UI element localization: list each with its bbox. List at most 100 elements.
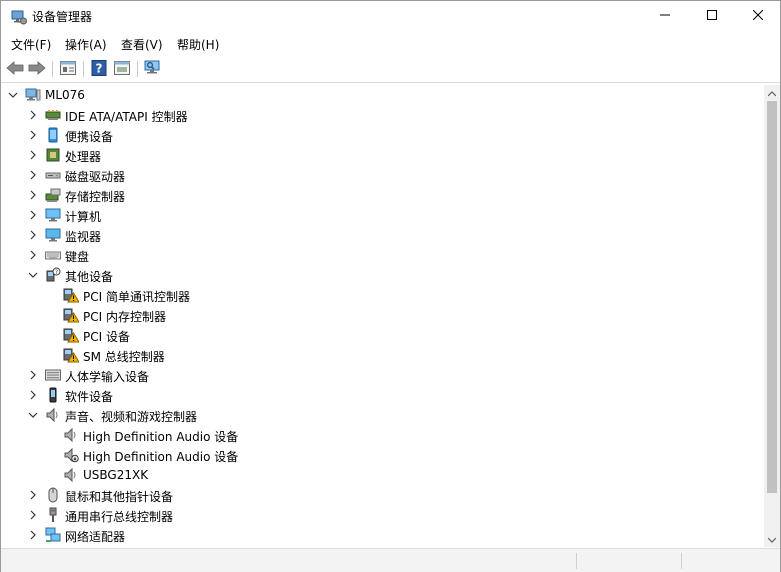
ide-controller-icon: [45, 107, 61, 123]
tree-item-label: PCI 简单通讯控制器: [83, 290, 190, 304]
tree-item-label: 磁盘驱动器: [65, 170, 126, 184]
scrollbar-thumb[interactable]: [767, 101, 777, 493]
help-button[interactable]: ?: [89, 59, 109, 79]
minimize-button[interactable]: [642, 1, 688, 31]
menu-file[interactable]: 文件(F): [11, 36, 51, 53]
chevron-right-icon[interactable]: [27, 129, 39, 141]
tree-category[interactable]: 键盘: [3, 245, 763, 265]
tree-category[interactable]: ? 其他设备: [3, 265, 763, 285]
tree-category[interactable]: 通用串行总线控制器: [3, 505, 763, 525]
maximize-button[interactable]: [689, 1, 735, 31]
tree-category[interactable]: 存储控制器: [3, 185, 763, 205]
tree-device[interactable]: PCI 简单通讯控制器: [3, 285, 763, 305]
forward-icon: [28, 60, 46, 78]
chevron-down-icon[interactable]: [27, 409, 39, 421]
chevron-down-icon[interactable]: [27, 269, 39, 281]
tree-item-label: 处理器: [65, 150, 102, 164]
device-manager-window: 设备管理器 文件(F) 操作(A) 查看(V) 帮助(H) ? ML076 ID…: [0, 0, 781, 572]
close-button[interactable]: [735, 1, 781, 31]
properties-button[interactable]: [58, 59, 78, 79]
vertical-scrollbar[interactable]: [764, 85, 780, 547]
maximize-icon: [707, 9, 717, 23]
tree-item-label: 其他设备: [65, 270, 114, 284]
close-icon: [752, 9, 764, 23]
forward-button[interactable]: [27, 59, 47, 79]
tree-device[interactable]: USBG21XK: [3, 465, 763, 485]
menu-action[interactable]: 操作(A): [65, 36, 107, 53]
tree-category[interactable]: 监视器: [3, 225, 763, 245]
window-title: 设备管理器: [32, 10, 93, 24]
tree-category[interactable]: 计算机: [3, 205, 763, 225]
tree-item-label: 通用串行总线控制器: [65, 510, 174, 524]
chevron-right-icon[interactable]: [27, 229, 39, 241]
tree-item-label: 鼠标和其他指针设备: [65, 490, 174, 504]
usb-icon: [45, 507, 61, 523]
scroll-down-button[interactable]: [764, 531, 780, 547]
chevron-down-icon[interactable]: [7, 89, 19, 101]
storage-controller-icon: [45, 187, 61, 203]
show-hide-button[interactable]: [112, 59, 132, 79]
status-separator: [681, 553, 682, 569]
tree-item-label: 存储控制器: [65, 190, 126, 204]
chevron-right-icon[interactable]: [27, 529, 39, 541]
tree-item-label: 便携设备: [65, 130, 114, 144]
menu-help[interactable]: 帮助(H): [177, 36, 219, 53]
chevron-right-icon[interactable]: [27, 389, 39, 401]
tree-item-label: 软件设备: [65, 390, 114, 404]
warning-device-icon: [63, 327, 80, 343]
mouse-icon: [45, 487, 61, 503]
warning-device-icon: [63, 307, 80, 323]
tree-category[interactable]: 磁盘驱动器: [3, 165, 763, 185]
chevron-right-icon[interactable]: [27, 369, 39, 381]
tree-category[interactable]: 处理器: [3, 145, 763, 165]
tree-category[interactable]: 鼠标和其他指针设备: [3, 485, 763, 505]
chevron-right-icon[interactable]: [27, 209, 39, 221]
chevron-right-icon[interactable]: [27, 109, 39, 121]
scroll-up-button[interactable]: [764, 85, 780, 101]
tree-device[interactable]: High Definition Audio 设备: [3, 445, 763, 465]
menu-view[interactable]: 查看(V): [121, 36, 163, 53]
back-button[interactable]: [5, 59, 25, 79]
computer-icon: [25, 87, 41, 103]
toolbar-separator: [52, 61, 53, 77]
speaker-icon: [63, 427, 79, 443]
tree-device[interactable]: High Definition Audio 设备: [3, 425, 763, 445]
chevron-right-icon[interactable]: [27, 169, 39, 181]
tree-device[interactable]: PCI 内存控制器: [3, 305, 763, 325]
device-tree[interactable]: ML076 IDE ATA/ATAPI 控制器 便携设备处理器磁盘驱动器存储控制器计…: [3, 85, 765, 547]
device-manager-icon: [11, 9, 27, 25]
back-icon: [6, 60, 24, 78]
tree-item-label: IDE ATA/ATAPI 控制器: [65, 110, 188, 124]
tree-item-label: ML076: [45, 88, 85, 102]
tree-item-label: 人体学输入设备: [65, 370, 150, 384]
warning-device-icon: [63, 287, 80, 303]
keyboard-icon: [45, 247, 61, 263]
tree-item-label: High Definition Audio 设备: [83, 450, 239, 464]
chevron-right-icon[interactable]: [27, 509, 39, 521]
tree-category[interactable]: 软件设备: [3, 385, 763, 405]
tree-category[interactable]: 便携设备: [3, 125, 763, 145]
tree-item-label: SM 总线控制器: [83, 350, 165, 364]
chevron-right-icon[interactable]: [27, 189, 39, 201]
chevron-right-icon[interactable]: [27, 149, 39, 161]
chevron-right-icon[interactable]: [27, 489, 39, 501]
speaker-icon: [63, 467, 79, 483]
title-bar: 设备管理器: [1, 1, 780, 31]
tree-category[interactable]: IDE ATA/ATAPI 控制器: [3, 105, 763, 125]
tree-root[interactable]: ML076: [3, 85, 763, 105]
scan-hardware-button[interactable]: [143, 59, 163, 79]
other-devices-icon: ?: [45, 267, 61, 283]
show-hide-icon: [114, 60, 130, 78]
tree-category[interactable]: 网络适配器: [3, 525, 763, 545]
network-adapter-icon: [45, 527, 61, 543]
speaker-disabled-icon: [63, 447, 79, 463]
tree-category[interactable]: 人体学输入设备: [3, 365, 763, 385]
tree-device[interactable]: SM 总线控制器: [3, 345, 763, 365]
chevron-right-icon[interactable]: [27, 249, 39, 261]
tree-device[interactable]: PCI 设备: [3, 325, 763, 345]
menu-bar: 文件(F) 操作(A) 查看(V) 帮助(H): [1, 31, 780, 55]
tree-category[interactable]: 声音、视频和游戏控制器: [3, 405, 763, 425]
tree-item-label: 声音、视频和游戏控制器: [65, 410, 198, 424]
help-icon: ?: [91, 59, 107, 79]
tree-item-label: 监视器: [65, 230, 102, 244]
